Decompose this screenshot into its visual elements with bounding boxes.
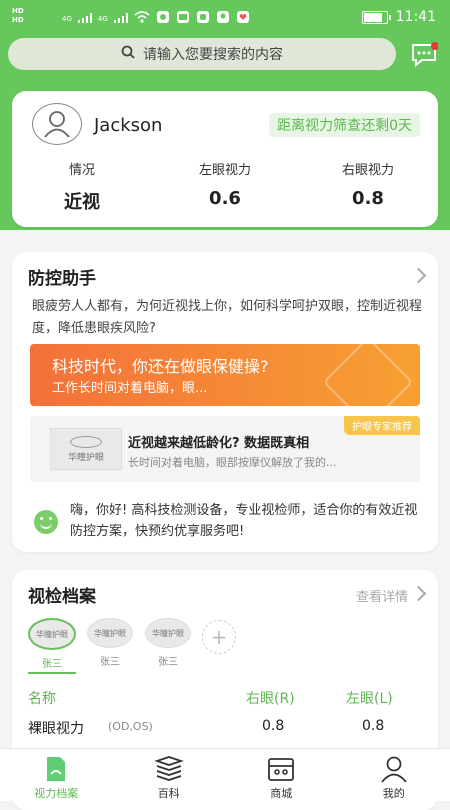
profile-name: 张三 <box>144 653 192 668</box>
username: Jackson <box>94 115 162 136</box>
article-thumbnail: 华瞳护眼 <box>50 428 122 470</box>
stat-left-eye: 左眼视力 0.6 <box>165 159 285 209</box>
assistant-description: 眼疲劳人人都有，为何近视找上你，如何科学呵护双眼，控制近视程度，降低患眼疾风险? <box>32 296 422 340</box>
article-subtitle: 长时间对着电脑，眼部按摩仪解放了我的... <box>128 454 408 470</box>
status-icons-right: 11:41 <box>362 9 436 25</box>
chevron-right-icon[interactable] <box>411 268 427 284</box>
chevron-right-icon[interactable] <box>411 586 427 602</box>
header-right-eye: 右眼(R) <box>246 688 295 708</box>
stat-right-eye: 右眼视力 0.8 <box>308 159 428 209</box>
hd-indicator: HD HD <box>12 7 24 25</box>
search-icon <box>121 45 135 63</box>
message-icon[interactable] <box>410 42 438 66</box>
hd-label-2: HD <box>12 16 24 25</box>
expert-tag: 护眼专家推荐 <box>344 416 420 435</box>
stat-label: 右眼视力 <box>308 159 428 178</box>
profile-thumbnail: 华瞳护眼 <box>28 618 76 650</box>
status-icons-left: 4G 4G <box>62 10 250 27</box>
signal-icon-2 <box>114 12 128 26</box>
banner-title: 科技时代，你还在做眼保健操? <box>52 353 269 377</box>
nav-item-me[interactable]: 我的 <box>338 749 450 801</box>
banner-subtitle: 工作长时间对着电脑，眼... <box>52 377 207 396</box>
signal-icon <box>78 12 92 26</box>
nav-item-encyclopedia[interactable]: 百科 <box>113 749 226 801</box>
search-input[interactable]: 请输入您要搜索的内容 <box>8 38 396 70</box>
records-title: 视检档案 <box>28 582 96 607</box>
smiley-icon <box>34 510 58 534</box>
thumbnail-text: 华瞳护眼 <box>68 450 104 463</box>
article-item[interactable]: 护眼专家推荐 华瞳护眼 近视越来越低龄化? 数据既真相 长时间对着电脑，眼部按摩… <box>30 416 420 482</box>
nav-label: 商城 <box>270 785 292 801</box>
profile-thumbnail: 华瞳护眼 <box>87 618 133 648</box>
location-notification-icon <box>216 10 230 27</box>
profile-list: 华瞳护眼 张三 华瞳护眼 张三 华瞳护眼 张三 + <box>28 618 236 674</box>
nav-label: 百科 <box>158 785 180 801</box>
view-details-link[interactable]: 查看详情 <box>356 586 408 605</box>
stat-label: 情况 <box>22 159 142 178</box>
profile-item[interactable]: 华瞳护眼 张三 <box>28 618 76 674</box>
network-label-2: 4G <box>98 15 108 23</box>
status-bar: HD HD 4G 4G 11:41 <box>0 0 450 36</box>
profile-card: Jackson 距离视力筛查还剩0天 情况 近视 左眼视力 0.6 右眼视力 0… <box>12 91 438 227</box>
header-left-eye: 左眼(L) <box>346 688 393 708</box>
clock: 11:41 <box>396 9 436 25</box>
nav-label: 视力档案 <box>34 785 78 801</box>
profile-name: 张三 <box>28 655 76 674</box>
stat-value: 0.6 <box>165 188 285 209</box>
profile-name: 张三 <box>86 653 134 668</box>
hd-label-1: HD <box>12 7 24 16</box>
android-notification-icon <box>196 10 210 27</box>
store-icon <box>266 755 296 783</box>
screening-countdown-badge: 距离视力筛查还剩0天 <box>269 113 420 137</box>
stat-value: 0.8 <box>308 188 428 209</box>
file-icon <box>41 755 71 783</box>
stat-label: 左眼视力 <box>165 159 285 178</box>
profile-item[interactable]: 华瞳护眼 张三 <box>144 618 192 674</box>
search-placeholder: 请输入您要搜索的内容 <box>143 44 283 64</box>
greeting-text: 嗨，你好! 高科技检测设备，专业视检师，适合你的有效近视防控方案，快预约优享服务… <box>70 500 422 542</box>
avatar[interactable] <box>32 103 82 145</box>
nav-label: 我的 <box>383 785 405 801</box>
add-profile-button[interactable]: + <box>202 620 236 654</box>
profile-thumbnail: 华瞳护眼 <box>145 618 191 648</box>
battery-icon <box>362 11 388 24</box>
row-right-value: 0.8 <box>262 718 284 734</box>
eye-icon <box>70 436 102 448</box>
person-icon <box>379 755 409 783</box>
row-left-value: 0.8 <box>362 718 384 734</box>
profile-item[interactable]: 华瞳护眼 张三 <box>86 618 134 674</box>
wifi-icon <box>134 11 150 26</box>
assistant-card: 防控助手 眼疲劳人人都有，为何近视找上你，如何科学呵护双眼，控制近视程度，降低患… <box>12 252 438 552</box>
row-subname: (OD,OS) <box>108 720 153 733</box>
mail-notification-icon <box>176 10 190 27</box>
article-title: 近视越来越低龄化? 数据既真相 <box>128 432 309 451</box>
bottom-nav: 视力档案 百科 商城 我的 <box>0 748 450 801</box>
promo-banner[interactable]: 科技时代，你还在做眼保健操? 工作长时间对着电脑，眼... <box>30 344 420 406</box>
person-icon <box>44 110 70 138</box>
stat-value: 近视 <box>22 188 142 214</box>
row-name: 裸眼视力 <box>28 718 84 738</box>
heart-notification-icon <box>236 10 250 27</box>
banner-decoration <box>323 344 414 406</box>
books-icon <box>154 755 184 783</box>
nav-item-store[interactable]: 商城 <box>225 749 338 801</box>
stat-condition: 情况 近视 <box>22 159 142 214</box>
network-label-1: 4G <box>62 15 72 23</box>
assistant-title: 防控助手 <box>28 264 96 289</box>
app-notification-icon <box>156 10 170 27</box>
header-name: 名称 <box>28 688 56 708</box>
nav-item-vision-records[interactable]: 视力档案 <box>0 749 113 801</box>
